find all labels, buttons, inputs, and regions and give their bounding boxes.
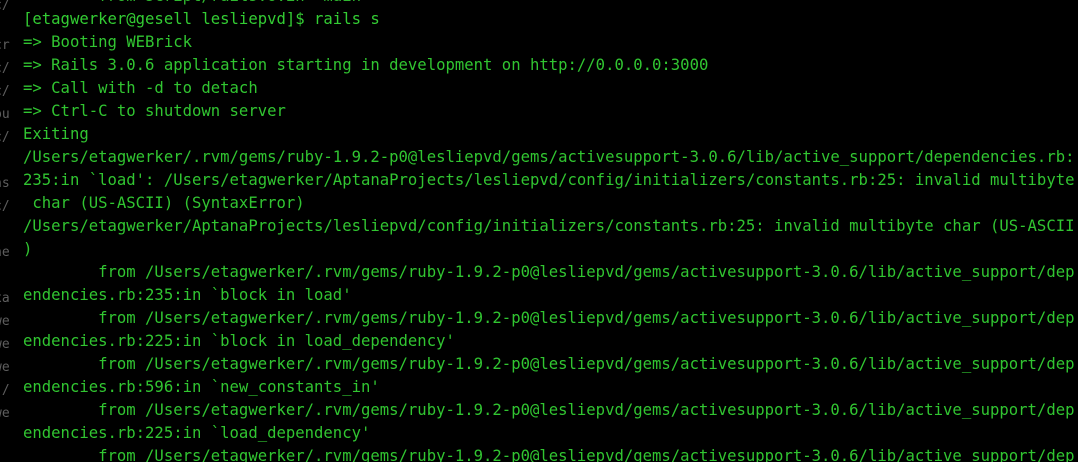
terminal-window[interactable]: c/ cr c/ c/ pu c/ ns c/ he xa we we we .… [0,0,1078,462]
terminal-line: => Rails 3.0.6 application starting in d… [23,56,709,74]
gutter-fragment: we [0,406,10,421]
gutter-fragment: we [0,337,10,352]
gutter-fragment: c/ [0,61,10,76]
terminal-line: => Ctrl-C to shutdown server [23,102,286,120]
terminal-line: char (US-ASCII) (SyntaxError) [23,194,305,212]
gutter-fragment: c/ [0,130,10,145]
terminal-line: /Users/etagwerker/.rvm/gems/ruby-1.9.2-p… [23,148,1075,166]
gutter-fragment: we [0,360,10,375]
gutter-fragment: xa [0,291,10,306]
gutter-fragment: ./ [0,383,10,398]
shell-prompt-line: [etagwerker@gesell lesliepvd]$ rails s [23,10,380,28]
terminal-line: 235:in `load': /Users/etagwerker/AptanaP… [23,171,1075,189]
terminal-line: Exiting [23,125,89,143]
gutter-fragment: pu [0,107,10,122]
terminal-line: => Booting WEBrick [23,33,192,51]
terminal-line: /Users/etagwerker/AptanaProjects/lesliep… [23,217,1075,235]
terminal-line: => Call with -d to detach [23,79,258,97]
terminal-line: from /Users/etagwerker/.rvm/gems/ruby-1.… [23,263,1075,281]
gutter-fragment: cr [0,38,10,53]
terminal-line: from /Users/etagwerker/.rvm/gems/ruby-1.… [23,447,1075,462]
terminal-line: ) [23,240,33,258]
terminal-line: from /Users/etagwerker/.rvm/gems/ruby-1.… [23,401,1075,419]
terminal-line: endencies.rb:235:in `block in load' [23,286,352,304]
terminal-line: endencies.rb:225:in `block in load_depen… [23,332,455,350]
terminal-line: from /Users/etagwerker/.rvm/gems/ruby-1.… [23,309,1075,327]
gutter-fragment: he [0,245,10,260]
terminal-line: from script/rails:6:in `main' [23,0,1078,8]
terminal-line: endencies.rb:596:in `new_constants_in' [23,378,380,396]
gutter-fragment: we [0,314,10,329]
gutter-fragment: c/ [0,84,10,99]
background-window-gutter: c/ cr c/ c/ pu c/ ns c/ he xa we we we .… [0,0,20,462]
terminal-line: endencies.rb:225:in `load_dependency' [23,424,371,442]
gutter-fragment: c/ [0,199,10,214]
terminal-output[interactable]: from script/rails:6:in `main' [etagwerke… [23,0,1078,462]
gutter-fragment: c/ [0,0,10,13]
terminal-line: from /Users/etagwerker/.rvm/gems/ruby-1.… [23,355,1075,373]
gutter-fragment: ns [0,176,10,191]
